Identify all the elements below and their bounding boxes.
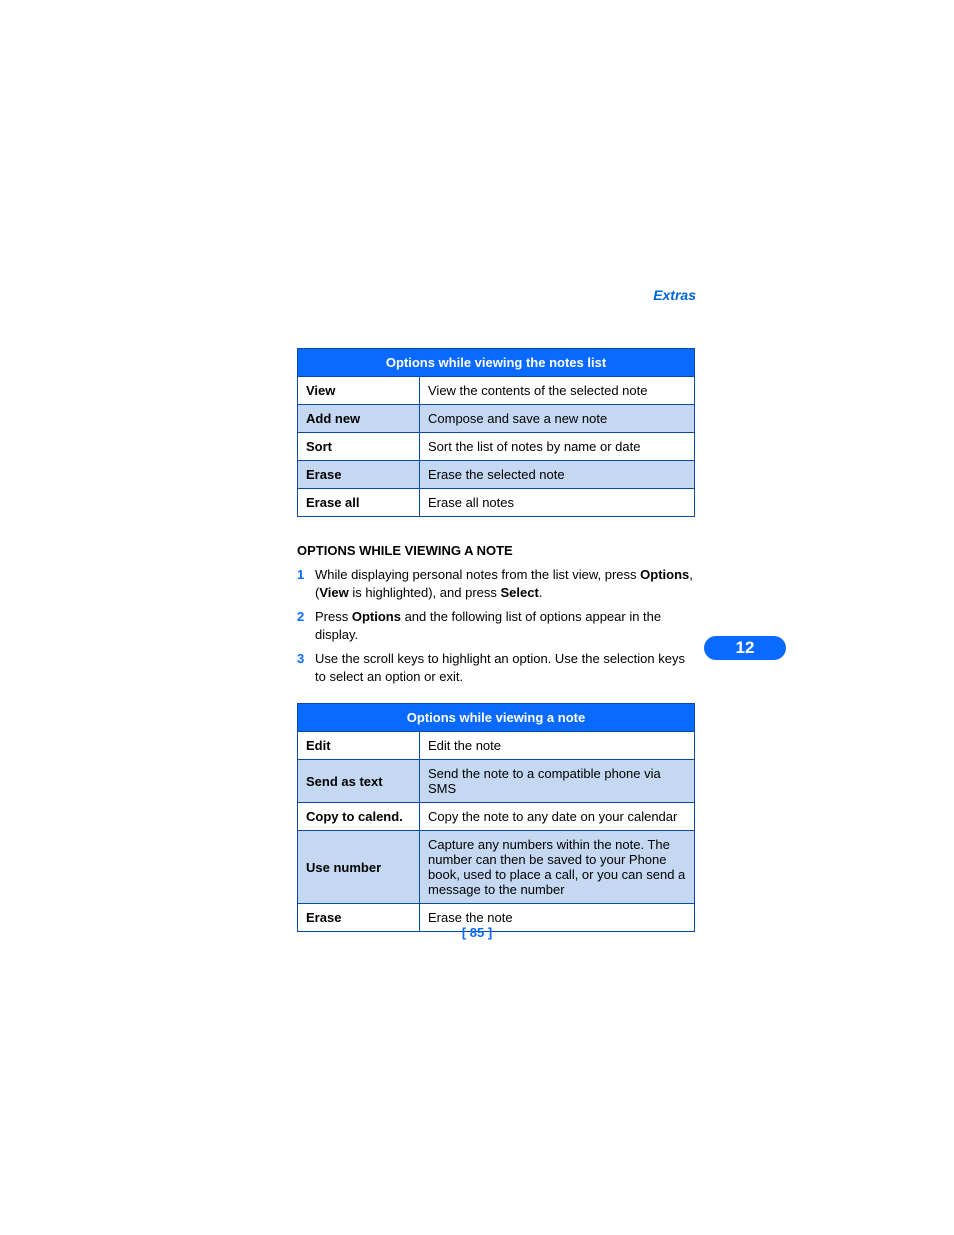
section-title: OPTIONS WHILE VIEWING A NOTE xyxy=(297,543,695,558)
option-desc: Copy the note to any date on your calend… xyxy=(420,803,695,831)
step-text: While displaying personal notes from the… xyxy=(315,566,695,601)
option-name: Erase all xyxy=(298,489,420,517)
step-number: 1 xyxy=(297,566,315,601)
table-row: Use number Capture any numbers within th… xyxy=(298,831,695,904)
option-name: Sort xyxy=(298,433,420,461)
manual-page: Extras Options while viewing the notes l… xyxy=(0,0,954,1235)
option-name: Add new xyxy=(298,405,420,433)
list-item: 2 Press Options and the following list o… xyxy=(297,608,695,643)
option-desc: Edit the note xyxy=(420,732,695,760)
table-row: Erase Erase the selected note xyxy=(298,461,695,489)
page-content: Options while viewing the notes list Vie… xyxy=(297,348,695,932)
section-header: Extras xyxy=(653,287,696,303)
step-number: 3 xyxy=(297,650,315,685)
option-name: Send as text xyxy=(298,760,420,803)
option-desc: Send the note to a compatible phone via … xyxy=(420,760,695,803)
option-name: View xyxy=(298,377,420,405)
table-row: Send as text Send the note to a compatib… xyxy=(298,760,695,803)
table-row: Edit Edit the note xyxy=(298,732,695,760)
table-row: Erase all Erase all notes xyxy=(298,489,695,517)
page-number: [ 85 ] xyxy=(0,925,954,940)
table-row: View View the contents of the selected n… xyxy=(298,377,695,405)
option-name: Use number xyxy=(298,831,420,904)
option-desc: Erase the selected note xyxy=(420,461,695,489)
table-title: Options while viewing the notes list xyxy=(298,349,695,377)
option-desc: Sort the list of notes by name or date xyxy=(420,433,695,461)
step-number: 2 xyxy=(297,608,315,643)
option-desc: Compose and save a new note xyxy=(420,405,695,433)
option-desc: Erase all notes xyxy=(420,489,695,517)
option-name: Edit xyxy=(298,732,420,760)
list-item: 1 While displaying personal notes from t… xyxy=(297,566,695,601)
step-list: 1 While displaying personal notes from t… xyxy=(297,566,695,685)
table-title: Options while viewing a note xyxy=(298,704,695,732)
table-row: Add new Compose and save a new note xyxy=(298,405,695,433)
options-note-table: Options while viewing a note Edit Edit t… xyxy=(297,703,695,932)
option-name: Erase xyxy=(298,461,420,489)
chapter-tab: 12 xyxy=(704,636,786,660)
table-row: Sort Sort the list of notes by name or d… xyxy=(298,433,695,461)
step-text: Press Options and the following list of … xyxy=(315,608,695,643)
step-text: Use the scroll keys to highlight an opti… xyxy=(315,650,695,685)
option-desc: Capture any numbers within the note. The… xyxy=(420,831,695,904)
option-desc: View the contents of the selected note xyxy=(420,377,695,405)
table-row: Copy to calend. Copy the note to any dat… xyxy=(298,803,695,831)
list-item: 3 Use the scroll keys to highlight an op… xyxy=(297,650,695,685)
option-name: Copy to calend. xyxy=(298,803,420,831)
options-list-table: Options while viewing the notes list Vie… xyxy=(297,348,695,517)
